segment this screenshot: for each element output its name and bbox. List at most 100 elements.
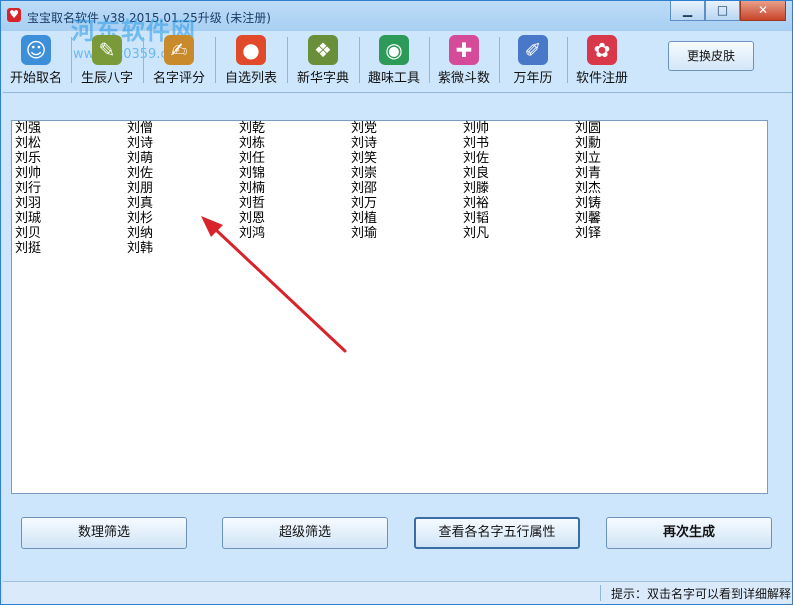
close-button[interactable]: ✕ xyxy=(740,1,786,21)
toolbar-dictionary[interactable]: ❖ 新华字典 xyxy=(289,33,357,87)
toolbar-separator xyxy=(287,37,288,83)
app-window: ♥ 宝宝取名软件 v38 2015.01.25升级 (未注册) 河东软件网 ▁ … xyxy=(0,0,793,605)
name-item[interactable]: 刘韬 xyxy=(463,211,573,226)
name-item[interactable]: 刘乐 xyxy=(15,151,125,166)
name-item[interactable]: 刘萌 xyxy=(127,151,237,166)
toolbar-divider xyxy=(3,92,792,93)
name-item[interactable]: 刘崇 xyxy=(351,166,461,181)
name-item[interactable]: 刘铸 xyxy=(575,196,685,211)
name-item[interactable]: 刘裕 xyxy=(463,196,573,211)
name-item[interactable]: 刘瑜 xyxy=(351,226,461,241)
numerology-filter-button[interactable]: 数理筛选 xyxy=(21,517,187,549)
name-item[interactable]: 刘松 xyxy=(15,136,125,151)
name-item[interactable]: 刘勳 xyxy=(575,136,685,151)
name-item[interactable]: 刘楠 xyxy=(239,181,349,196)
list-icon: ● xyxy=(236,35,266,65)
status-hint: 提示：双击名字可以看到详细解释 xyxy=(611,587,792,601)
name-item[interactable]: 刘乾 xyxy=(239,121,349,136)
flower-icon: ✿ xyxy=(587,35,617,65)
name-item[interactable]: 刘诗 xyxy=(351,136,461,151)
toolbar-label: 自选列表 xyxy=(224,71,277,86)
toolbar-separator xyxy=(71,37,72,83)
name-item[interactable]: 刘杰 xyxy=(575,181,685,196)
name-column-3: 刘乾 刘栋 刘任 刘锦 刘楠 刘哲 刘恩 刘鸿 xyxy=(239,121,349,241)
name-item[interactable]: 刘韩 xyxy=(127,241,237,256)
name-item[interactable]: 刘铎 xyxy=(575,226,685,241)
name-item[interactable]: 刘植 xyxy=(351,211,461,226)
globe-icon: ◉ xyxy=(379,35,409,65)
name-item[interactable]: 刘佐 xyxy=(127,166,237,181)
name-item[interactable]: 刘锦 xyxy=(239,166,349,181)
five-elements-button[interactable]: 查看各名字五行属性 xyxy=(414,517,580,549)
toolbar-label: 名字评分 xyxy=(152,71,205,86)
name-item[interactable]: 刘鸿 xyxy=(239,226,349,241)
score-board-icon: ✍ xyxy=(164,35,194,65)
name-column-6: 刘圆 刘勳 刘立 刘青 刘杰 刘铸 刘馨 刘铎 xyxy=(575,121,685,241)
name-item[interactable]: 刘凡 xyxy=(463,226,573,241)
toolbar-label: 生辰八字 xyxy=(80,71,133,86)
name-item[interactable]: 刘羽 xyxy=(15,196,125,211)
heart-app-icon[interactable]: ♥ xyxy=(7,8,21,22)
name-item[interactable]: 刘纳 xyxy=(127,226,237,241)
name-item[interactable]: 刘立 xyxy=(575,151,685,166)
toolbar-label: 趣味工具 xyxy=(367,71,420,86)
minimize-button[interactable]: ▁ xyxy=(670,1,705,21)
toolbar-separator xyxy=(567,37,568,83)
name-column-4: 刘党 刘诗 刘笑 刘崇 刘邵 刘万 刘植 刘瑜 xyxy=(351,121,461,241)
name-item[interactable]: 刘诗 xyxy=(127,136,237,151)
window-controls: ▁ □ ✕ xyxy=(670,1,786,21)
name-item[interactable]: 刘滕 xyxy=(463,181,573,196)
toolbar-name-score[interactable]: ✍ 名字评分 xyxy=(145,33,213,87)
toolbar-separator xyxy=(215,37,216,83)
name-item[interactable]: 刘圆 xyxy=(575,121,685,136)
calendar-pen-icon: ✐ xyxy=(518,35,548,65)
toolbar-separator xyxy=(359,37,360,83)
name-item[interactable]: 刘馨 xyxy=(575,211,685,226)
toolbar-perpetual-calendar[interactable]: ✐ 万年历 xyxy=(501,33,565,87)
change-skin-button[interactable]: 更换皮肤 xyxy=(668,41,754,71)
name-item[interactable]: 刘朋 xyxy=(127,181,237,196)
name-item[interactable]: 刘良 xyxy=(463,166,573,181)
name-item[interactable]: 刘任 xyxy=(239,151,349,166)
name-item[interactable]: 刘党 xyxy=(351,121,461,136)
name-column-2: 刘僧 刘诗 刘萌 刘佐 刘朋 刘真 刘杉 刘纳 刘韩 xyxy=(127,121,237,256)
toolbar-label: 软件注册 xyxy=(575,71,628,86)
toolbar-custom-list[interactable]: ● 自选列表 xyxy=(217,33,285,87)
name-item[interactable]: 刘书 xyxy=(463,136,573,151)
toolbar-label: 紫微斗数 xyxy=(437,71,490,86)
status-divider xyxy=(600,585,601,601)
name-item[interactable]: 刘强 xyxy=(15,121,125,136)
maximize-button[interactable]: □ xyxy=(705,1,740,21)
toolbar-birth-chart[interactable]: ✎ 生辰八字 xyxy=(73,33,141,87)
name-item[interactable]: 刘恩 xyxy=(239,211,349,226)
name-item[interactable]: 刘万 xyxy=(351,196,461,211)
toolbar-separator xyxy=(429,37,430,83)
toolbar-fun-tools[interactable]: ◉ 趣味工具 xyxy=(361,33,427,87)
toolbar-start-naming[interactable]: ☺ 开始取名 xyxy=(3,33,69,87)
name-item[interactable]: 刘邵 xyxy=(351,181,461,196)
toolbar-label: 新华字典 xyxy=(296,71,349,86)
toolbar-label: 开始取名 xyxy=(9,71,62,86)
super-filter-button[interactable]: 超级筛选 xyxy=(222,517,388,549)
name-item[interactable]: 刘杉 xyxy=(127,211,237,226)
name-item[interactable]: 刘佐 xyxy=(463,151,573,166)
regenerate-button[interactable]: 再次生成 xyxy=(606,517,772,549)
name-item[interactable]: 刘栋 xyxy=(239,136,349,151)
name-item[interactable]: 刘僧 xyxy=(127,121,237,136)
name-item[interactable]: 刘帅 xyxy=(463,121,573,136)
name-results-list[interactable]: 刘强 刘松 刘乐 刘帅 刘行 刘羽 刘珹 刘贝 刘挺 刘僧 刘诗 刘萌 刘佐 刘… xyxy=(11,120,768,494)
toolbar-ziwei[interactable]: ✚ 紫微斗数 xyxy=(431,33,497,87)
title-bar[interactable]: ♥ 宝宝取名软件 v38 2015.01.25升级 (未注册) 河东软件网 ▁ … xyxy=(1,1,792,45)
name-item[interactable]: 刘青 xyxy=(575,166,685,181)
baby-icon: ☺ xyxy=(21,35,51,65)
name-item[interactable]: 刘挺 xyxy=(15,241,125,256)
toolbar-register[interactable]: ✿ 软件注册 xyxy=(569,33,635,87)
name-item[interactable]: 刘帅 xyxy=(15,166,125,181)
name-item[interactable]: 刘哲 xyxy=(239,196,349,211)
name-column-1: 刘强 刘松 刘乐 刘帅 刘行 刘羽 刘珹 刘贝 刘挺 xyxy=(15,121,125,256)
name-item[interactable]: 刘珹 xyxy=(15,211,125,226)
name-item[interactable]: 刘笑 xyxy=(351,151,461,166)
name-item[interactable]: 刘贝 xyxy=(15,226,125,241)
name-item[interactable]: 刘行 xyxy=(15,181,125,196)
name-item[interactable]: 刘真 xyxy=(127,196,237,211)
